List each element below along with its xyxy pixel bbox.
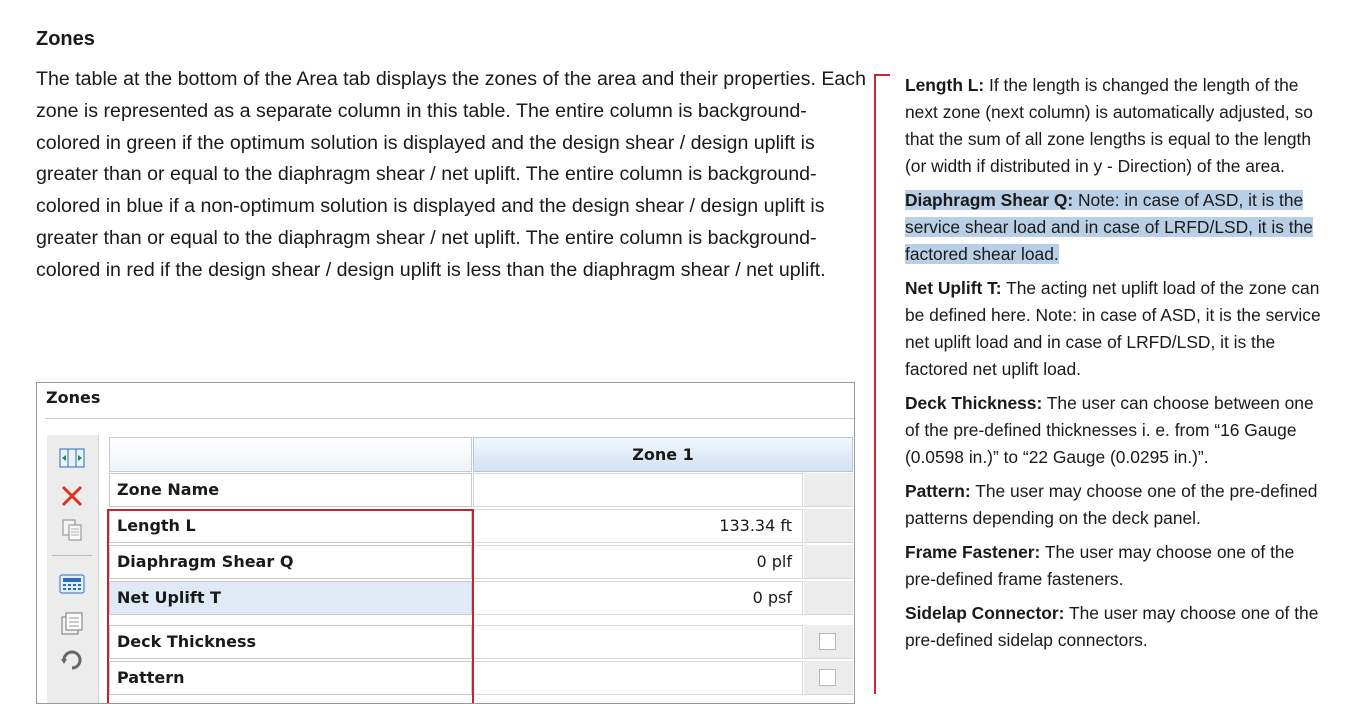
row-label-diaphragm-shear[interactable]: Diaphragm Shear Q (109, 545, 472, 579)
row-side-cell (804, 581, 853, 615)
row-label-pattern[interactable]: Pattern (109, 661, 472, 695)
note-diaphragm-shear: Diaphragm Shear Q: Note: in case of ASD,… (905, 187, 1325, 268)
field-descriptions: Length L: If the length is changed the l… (905, 72, 1325, 661)
note-deck-thickness: Deck Thickness: The user can choose betw… (905, 390, 1325, 471)
row-side-cell (804, 473, 853, 507)
calculator-icon[interactable] (58, 571, 86, 597)
row-side-cell (804, 545, 853, 579)
pattern-cell[interactable] (473, 661, 803, 695)
note-length: Length L: If the length is changed the l… (905, 72, 1325, 180)
net-uplift-cell[interactable]: 0 psf (473, 581, 803, 615)
note-term: Pattern: (905, 481, 971, 501)
copy-icon[interactable] (58, 517, 86, 543)
row-label-length[interactable]: Length L (109, 509, 472, 543)
export-icon[interactable] (58, 611, 86, 637)
row-label-deck-thickness[interactable]: Deck Thickness (109, 625, 472, 659)
refresh-icon[interactable] (58, 647, 86, 673)
note-term: Sidelap Connector: (905, 603, 1065, 623)
zones-toolbar (47, 435, 99, 703)
callout-bracket (874, 74, 890, 694)
note-sidelap-connector: Sidelap Connector: The user may choose o… (905, 600, 1325, 654)
zones-panel: Zones Zone 1 Zone Name Length L 133.34 f… (36, 382, 855, 704)
zone-1-column-header[interactable]: Zone 1 (473, 437, 853, 472)
deck-thickness-checkbox[interactable] (819, 633, 836, 650)
zone-name-cell[interactable] (473, 473, 803, 507)
toolbar-separator (52, 555, 92, 556)
row-label-net-uplift[interactable]: Net Uplift T (109, 581, 472, 615)
note-frame-fastener: Frame Fastener: The user may choose one … (905, 539, 1325, 593)
deck-thickness-cell[interactable] (473, 625, 803, 659)
panel-divider (45, 418, 854, 419)
row-side-cell (804, 625, 853, 659)
note-net-uplift: Net Uplift T: The acting net uplift load… (905, 275, 1325, 383)
note-term: Deck Thickness: (905, 393, 1043, 413)
note-term: Diaphragm Shear Q: (905, 190, 1074, 210)
row-side-cell (804, 509, 853, 543)
section-heading: Zones (36, 28, 95, 50)
insert-column-icon[interactable] (58, 445, 86, 471)
delete-icon[interactable] (58, 483, 86, 509)
intro-paragraph: The table at the bottom of the Area tab … (36, 68, 866, 281)
diaphragm-shear-cell[interactable]: 0 plf (473, 545, 803, 579)
row-label-zone-name[interactable]: Zone Name (109, 473, 472, 507)
panel-title: Zones (46, 388, 101, 407)
length-cell[interactable]: 133.34 ft (473, 509, 803, 543)
note-pattern: Pattern: The user may choose one of the … (905, 478, 1325, 532)
note-term: Frame Fastener: (905, 542, 1041, 562)
pattern-checkbox[interactable] (819, 669, 836, 686)
note-term: Net Uplift T: (905, 278, 1002, 298)
grid-corner-header (109, 437, 472, 472)
row-side-cell (804, 661, 853, 695)
note-term: Length L: (905, 75, 985, 95)
highlighted-text: Diaphragm Shear Q: Note: in case of ASD,… (905, 190, 1313, 264)
